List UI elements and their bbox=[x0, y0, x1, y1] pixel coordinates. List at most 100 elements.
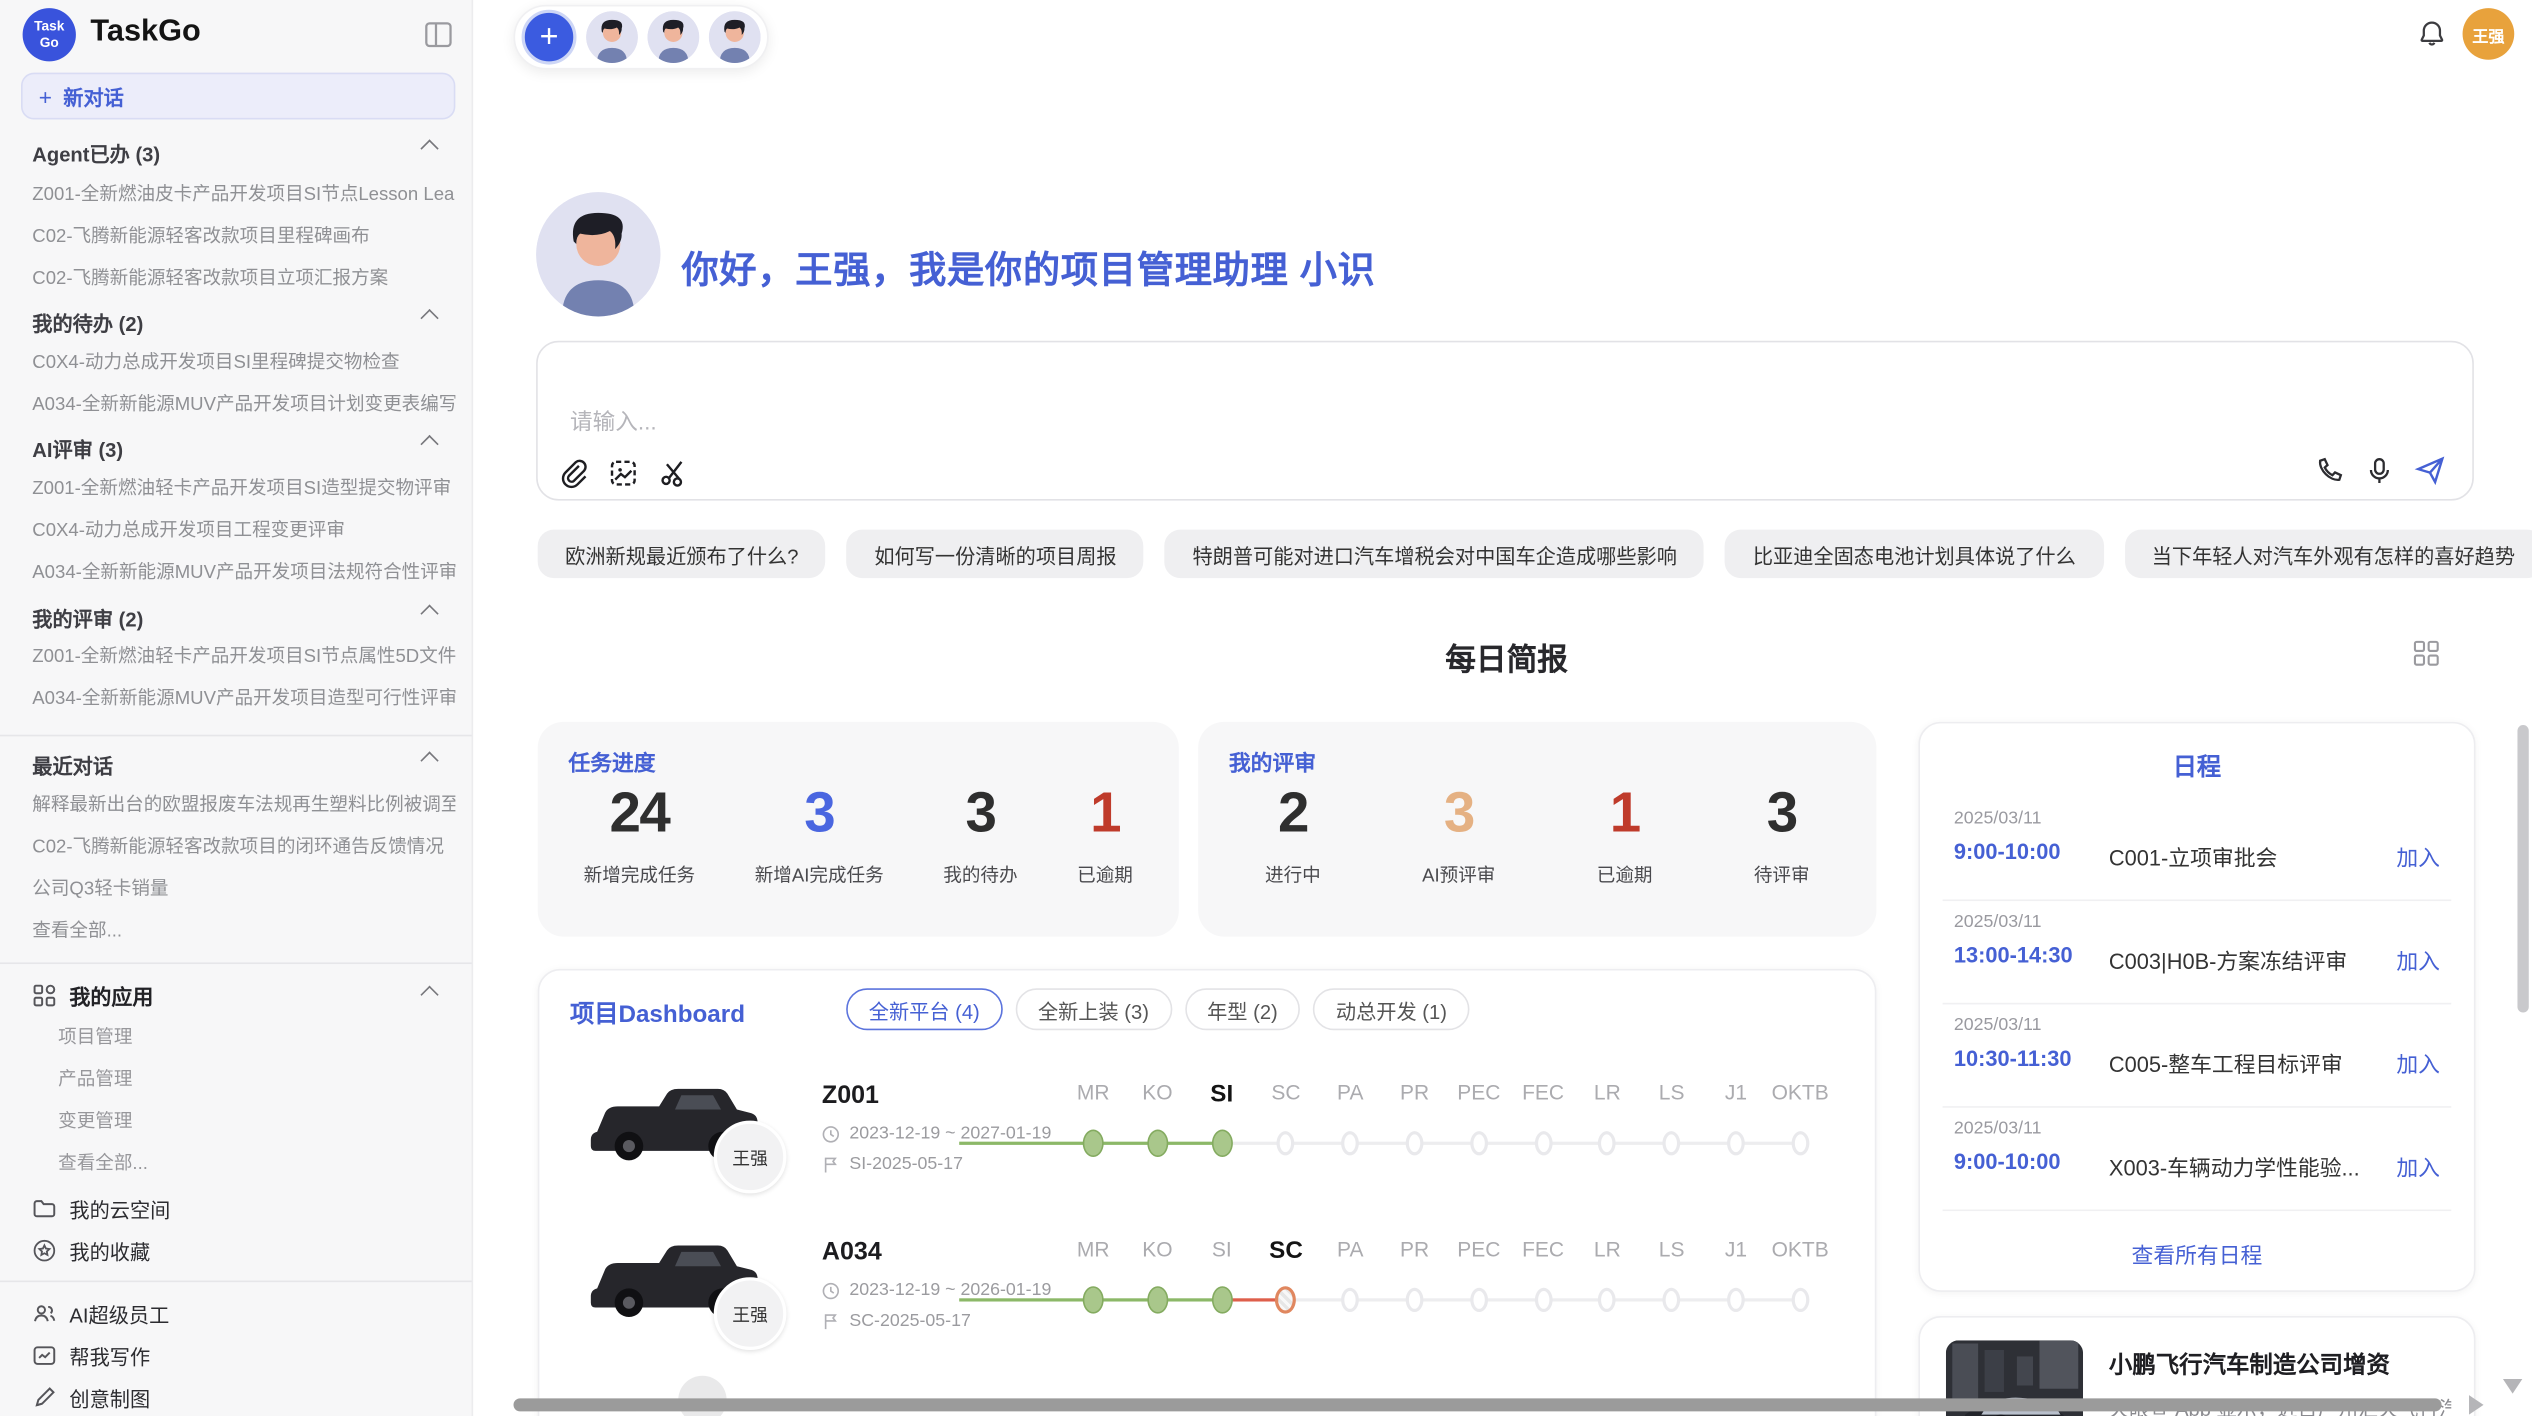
milestone-label: PA bbox=[1337, 1080, 1363, 1104]
chevron-up-icon[interactable] bbox=[420, 139, 438, 157]
recent-chat-item[interactable]: 解释最新出台的欧盟报废车法规再生塑料比例被调至15%... bbox=[32, 791, 455, 814]
suggestion-chip[interactable]: 比亚迪全固态电池计划具体说了什么 bbox=[1725, 530, 2103, 578]
image-icon[interactable] bbox=[607, 457, 639, 489]
stat-value: 3 bbox=[804, 780, 834, 848]
milestone-label: LR bbox=[1594, 1080, 1621, 1104]
sidebar-item-ai-staff[interactable]: AI超级员工 bbox=[32, 1300, 455, 1326]
sidebar-item-my-apps[interactable]: 我的应用 bbox=[32, 982, 455, 1008]
stat-value: 1 bbox=[1090, 780, 1120, 848]
tab-powertrain[interactable]: 动总开发 (1) bbox=[1313, 988, 1469, 1030]
phone-icon[interactable] bbox=[2314, 455, 2345, 486]
scroll-down-arrow-icon[interactable] bbox=[2503, 1379, 2522, 1394]
star-badge-icon bbox=[32, 1238, 56, 1262]
view-all-schedules[interactable]: 查看所有日程 bbox=[1920, 1237, 2474, 1269]
join-link[interactable]: 加入 bbox=[2396, 943, 2440, 975]
sidebar-item[interactable]: A034-全新新能源MUV产品开发项目造型可行性评审 bbox=[32, 685, 455, 708]
milestone-dot bbox=[1341, 1131, 1359, 1155]
paperclip-icon[interactable] bbox=[557, 457, 589, 489]
creative-draw-label: 创意制图 bbox=[69, 1381, 150, 1412]
app-item-change-mgmt[interactable]: 变更管理 bbox=[58, 1108, 455, 1131]
schedule-date: 2025/03/11 bbox=[1954, 912, 2042, 931]
section-agent-done[interactable]: Agent已办 (3) bbox=[32, 137, 160, 160]
sidebar-item[interactable]: Z001-全新燃油轻卡产品开发项目SI节点属性5D文件评审 bbox=[32, 643, 455, 666]
recent-chat-item[interactable]: C02-飞腾新能源轻客改款项目的闭环通告反馈情况 bbox=[32, 833, 455, 856]
sidebar: Task Go TaskGo + 新对话 Agent已办 (3) Z001-全新… bbox=[0, 0, 473, 1416]
chevron-up-icon[interactable] bbox=[420, 751, 438, 769]
session-avatar[interactable] bbox=[648, 11, 700, 63]
collapse-sidebar-icon[interactable] bbox=[425, 21, 452, 48]
recent-chat-item[interactable]: 公司Q3轻卡销量 bbox=[32, 875, 455, 898]
bell-icon[interactable] bbox=[2417, 19, 2446, 48]
milestone-label: PEC bbox=[1457, 1237, 1500, 1261]
chevron-up-icon[interactable] bbox=[420, 435, 438, 453]
composer-left-tools bbox=[557, 457, 689, 489]
sidebar-item-cloud-space[interactable]: 我的云空间 bbox=[32, 1195, 455, 1221]
user-avatar-badge[interactable]: 王强 bbox=[2463, 8, 2515, 60]
app-item-product-mgmt[interactable]: 产品管理 bbox=[58, 1066, 455, 1089]
mic-icon[interactable] bbox=[2364, 455, 2395, 486]
milestone-dot bbox=[1341, 1288, 1359, 1312]
add-session-button[interactable]: + bbox=[522, 10, 577, 65]
owner-name: 王强 bbox=[732, 1301, 768, 1327]
sidebar-item[interactable]: A034-全新新能源MUV产品开发项目计划变更表编写 bbox=[32, 391, 455, 414]
sidebar-item-help-write[interactable]: 帮我写作 bbox=[32, 1342, 455, 1368]
schedule-item[interactable]: 2025/03/11 10:30-11:30 C005-整车工程目标评审 加入 bbox=[1943, 1004, 2452, 1107]
tab-new-platform[interactable]: 全新平台 (4) bbox=[846, 988, 1002, 1030]
schedule-item[interactable]: 2025/03/11 9:00-10:00 X003-车辆动力学性能验... 加… bbox=[1943, 1108, 2452, 1211]
project-code[interactable]: Z001 bbox=[822, 1082, 879, 1111]
suggestion-chip[interactable]: 欧洲新规最近颁布了什么? bbox=[538, 530, 826, 578]
message-input[interactable] bbox=[567, 407, 1859, 436]
section-my-todo[interactable]: 我的待办 (2) bbox=[32, 307, 143, 330]
scissors-icon[interactable] bbox=[657, 457, 689, 489]
send-icon[interactable] bbox=[2414, 454, 2446, 486]
scroll-right-arrow-icon[interactable] bbox=[2469, 1395, 2484, 1414]
schedule-item[interactable]: 2025/03/11 9:00-10:00 C001-立项审批会 加入 bbox=[1943, 798, 2452, 901]
session-avatar[interactable] bbox=[709, 11, 761, 63]
tab-new-body[interactable]: 全新上装 (3) bbox=[1015, 988, 1171, 1030]
layout-grid-icon[interactable] bbox=[2413, 639, 2440, 666]
section-ai-review[interactable]: AI评审 (3) bbox=[32, 433, 123, 456]
schedule-item[interactable]: 2025/03/11 13:00-14:30 C003|H0B-方案冻结评审 加… bbox=[1943, 901, 2452, 1004]
suggestion-chip[interactable]: 如何写一份清晰的项目周报 bbox=[847, 530, 1144, 578]
sidebar-item[interactable]: Z001-全新燃油皮卡产品开发项目SI节点Lesson Learn报告 bbox=[32, 181, 455, 204]
join-link[interactable]: 加入 bbox=[2396, 1046, 2440, 1078]
join-link[interactable]: 加入 bbox=[2396, 1150, 2440, 1182]
stat-label: 已逾期 bbox=[1597, 862, 1653, 888]
sidebar-item[interactable]: C0X4-动力总成开发项目SI里程碑提交物检查 bbox=[32, 349, 455, 372]
chevron-up-icon[interactable] bbox=[420, 309, 438, 327]
milestone-label: OKTB bbox=[1772, 1080, 1829, 1104]
sidebar-item[interactable]: Z001-全新燃油轻卡产品开发项目SI造型提交物评审 bbox=[32, 475, 455, 498]
milestone-dot bbox=[1598, 1288, 1616, 1312]
section-my-review[interactable]: 我的评审 (2) bbox=[32, 602, 143, 625]
suggestion-chip[interactable]: 特朗普可能对进口汽车增税会对中国车企造成哪些影响 bbox=[1165, 530, 1704, 578]
stat-ai-prereview: 3AI预评审 bbox=[1422, 780, 1495, 920]
view-all-apps[interactable]: 查看全部... bbox=[58, 1150, 455, 1173]
join-link[interactable]: 加入 bbox=[2396, 840, 2440, 872]
sidebar-item[interactable]: C02-飞腾新能源轻客改款项目里程碑画布 bbox=[32, 223, 455, 246]
stat-value: 3 bbox=[1767, 780, 1797, 848]
horizontal-scrollbar[interactable] bbox=[514, 1398, 2442, 1411]
view-all-chats[interactable]: 查看全部... bbox=[32, 917, 455, 940]
sidebar-item[interactable]: C02-飞腾新能源轻客改款项目立项汇报方案 bbox=[32, 265, 455, 288]
apps-grid-icon bbox=[32, 983, 56, 1007]
suggestion-chip[interactable]: 当下年轻人对汽车外观有怎样的喜好趋势 bbox=[2124, 530, 2532, 578]
tab-year-model[interactable]: 年型 (2) bbox=[1185, 988, 1301, 1030]
team-icon bbox=[32, 1301, 56, 1325]
sidebar-item-creative-draw[interactable]: 创意制图 bbox=[32, 1384, 455, 1410]
milestone-label: J1 bbox=[1725, 1080, 1747, 1104]
sidebar-item-favorites[interactable]: 我的收藏 bbox=[32, 1237, 455, 1263]
section-recent-chats[interactable]: 最近对话 bbox=[32, 749, 113, 772]
app-item-project-mgmt[interactable]: 项目管理 bbox=[58, 1024, 455, 1047]
milestone-dot bbox=[1147, 1286, 1168, 1313]
sidebar-item[interactable]: A034-全新新能源MUV产品开发项目法规符合性评审 bbox=[32, 559, 455, 582]
sidebar-item[interactable]: C0X4-动力总成开发项目工程变更评审 bbox=[32, 517, 455, 540]
vertical-scrollbar[interactable] bbox=[2517, 725, 2528, 1012]
dashboard-title: 项目Dashboard bbox=[570, 996, 745, 1030]
suggestion-chips: 欧洲新规最近颁布了什么? 如何写一份清晰的项目周报 特朗普可能对进口汽车增税会对… bbox=[538, 530, 2532, 578]
new-chat-button[interactable]: + 新对话 bbox=[21, 73, 455, 120]
session-avatar[interactable] bbox=[586, 11, 638, 63]
chevron-up-icon[interactable] bbox=[420, 604, 438, 622]
project-code[interactable]: A034 bbox=[822, 1239, 882, 1268]
milestone-label: PEC bbox=[1457, 1080, 1500, 1104]
stat-value: 1 bbox=[1610, 780, 1640, 848]
